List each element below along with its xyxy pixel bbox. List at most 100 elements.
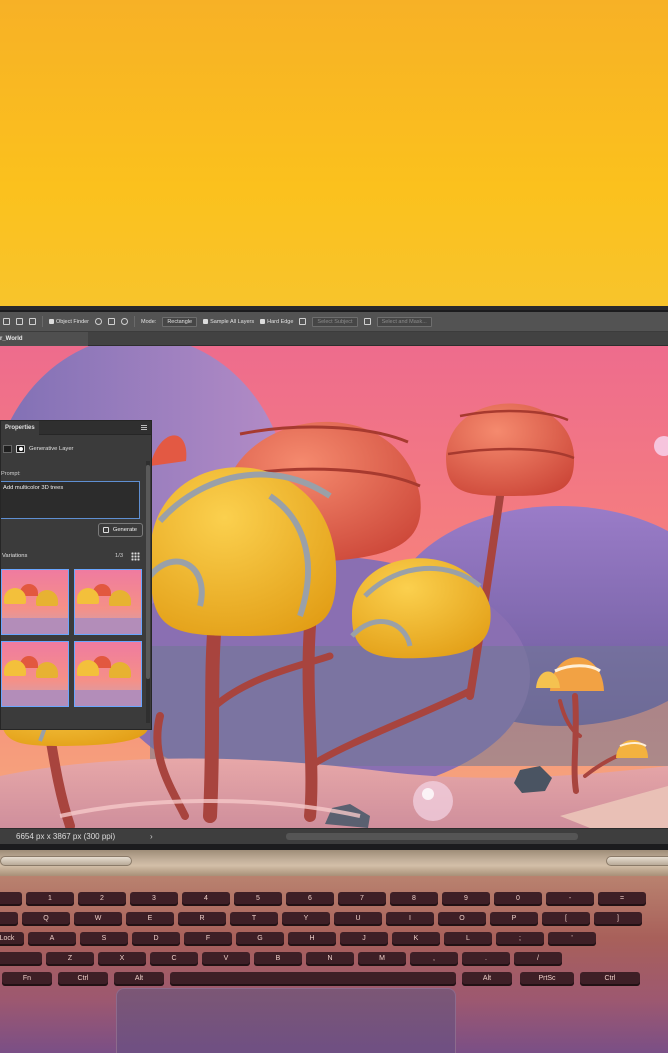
keyboard-key[interactable]: V xyxy=(202,952,250,966)
layer-type-label: Generative Layer xyxy=(29,446,74,452)
keyboard-key[interactable]: U xyxy=(334,912,382,926)
keyboard-key[interactable]: Q xyxy=(22,912,70,926)
keyboard-key[interactable]: D xyxy=(132,932,180,946)
keyboard-key[interactable]: = xyxy=(598,892,646,906)
keyboard-key[interactable]: 4 xyxy=(182,892,230,906)
keyboard-key[interactable]: Z xyxy=(46,952,94,966)
generate-icon xyxy=(102,527,109,533)
panel-scrollbar[interactable] xyxy=(146,461,150,723)
keyboard-key[interactable]: ; xyxy=(496,932,544,946)
comment-icon[interactable] xyxy=(299,318,307,325)
canvas[interactable]: Properties Generative Layer Prompt: Add … xyxy=(0,346,668,828)
keyboard-key[interactable]: Fn xyxy=(2,972,52,986)
scrollbar-thumb[interactable] xyxy=(146,465,150,679)
panel-menu-icon[interactable] xyxy=(141,425,147,430)
sample-all-layers-toggle[interactable]: Sample All Layers xyxy=(203,319,254,325)
trackpad[interactable] xyxy=(116,988,456,1053)
generate-button[interactable]: Generate xyxy=(97,523,143,537)
keyboard-key[interactable]: N xyxy=(306,952,354,966)
layer-type-row: Generative Layer xyxy=(1,443,151,455)
keyboard-key[interactable] xyxy=(170,972,456,986)
keyboard-key[interactable]: 2 xyxy=(78,892,126,906)
keyboard-key[interactable]: Alt xyxy=(114,972,164,986)
keyboard-key[interactable]: Alt xyxy=(462,972,512,986)
keyboard-key[interactable]: L xyxy=(444,932,492,946)
show-objects-icon[interactable] xyxy=(108,318,116,325)
keyboard-key[interactable]: I xyxy=(386,912,434,926)
laptop-screen: Object Finder Mode: Rectangle Sample All… xyxy=(0,312,668,844)
properties-panel: Properties Generative Layer Prompt: Add … xyxy=(0,420,152,730)
hinge-cap-left xyxy=(0,856,132,866)
keyboard-key[interactable]: Y xyxy=(282,912,330,926)
refresh-icon[interactable] xyxy=(95,318,103,325)
tab-properties[interactable]: Properties xyxy=(1,421,39,435)
keyboard-key[interactable]: G xyxy=(236,932,284,946)
keyboard-key[interactable]: 7 xyxy=(338,892,386,906)
keyboard-key[interactable]: R xyxy=(178,912,226,926)
keyboard-key[interactable] xyxy=(0,892,22,906)
add-selection-icon[interactable] xyxy=(16,318,23,325)
gear-icon[interactable] xyxy=(121,318,129,325)
select-subject-button[interactable]: Select Subject xyxy=(312,316,358,327)
prompt-input[interactable]: Add multicolor 3D trees xyxy=(1,481,140,519)
keyboard-key[interactable] xyxy=(0,912,18,926)
keyboard-key[interactable]: 8 xyxy=(390,892,438,906)
mode-select[interactable]: Rectangle xyxy=(162,316,198,327)
keyboard-key[interactable]: 5 xyxy=(234,892,282,906)
keyboard-key[interactable]: [ xyxy=(542,912,590,926)
hard-edge-toggle[interactable]: Hard Edge xyxy=(260,319,293,325)
keyboard-key[interactable]: 1 xyxy=(26,892,74,906)
options-bar: Object Finder Mode: Rectangle Sample All… xyxy=(0,312,668,332)
keyboard-key[interactable]: F xyxy=(184,932,232,946)
properties-header: Properties xyxy=(1,421,151,435)
keyboard-key[interactable]: E xyxy=(126,912,174,926)
variation-thumbnail[interactable] xyxy=(1,569,69,635)
keyboard-key[interactable]: S xyxy=(80,932,128,946)
variations-header[interactable]: Variations 1/3 xyxy=(1,551,151,563)
variation-thumbnail[interactable] xyxy=(74,569,142,635)
chevron-down-icon[interactable] xyxy=(363,318,371,325)
checkbox-icon xyxy=(260,318,266,324)
variation-thumbnail[interactable] xyxy=(1,641,69,707)
keyboard-key[interactable] xyxy=(0,952,42,966)
keyboard-key[interactable]: . xyxy=(462,952,510,966)
horizontal-scrollbar[interactable] xyxy=(286,833,578,840)
keyboard-key[interactable]: O xyxy=(438,912,486,926)
keyboard-key[interactable]: H xyxy=(288,932,336,946)
hinge-cap-right xyxy=(606,856,668,866)
keyboard-key[interactable]: K xyxy=(392,932,440,946)
document-tab[interactable]: r_World xyxy=(0,332,88,346)
subtract-selection-icon[interactable] xyxy=(29,318,36,325)
mode-label: Mode: xyxy=(141,318,157,325)
keyboard-key[interactable]: 9 xyxy=(442,892,490,906)
keyboard-key[interactable]: ' xyxy=(548,932,596,946)
object-finder-toggle[interactable]: Object Finder xyxy=(49,319,89,325)
keyboard-key[interactable]: B xyxy=(254,952,302,966)
variation-thumbnail[interactable] xyxy=(74,641,142,707)
keyboard-key[interactable]: ] xyxy=(594,912,642,926)
keyboard-key[interactable]: Ctrl xyxy=(580,972,640,986)
keyboard-key[interactable]: , xyxy=(410,952,458,966)
keyboard-key[interactable]: T xyxy=(230,912,278,926)
keyboard-key[interactable]: Ctrl xyxy=(58,972,108,986)
keyboard-key[interactable]: 3 xyxy=(130,892,178,906)
new-selection-icon[interactable] xyxy=(3,318,10,325)
keyboard-key[interactable]: 0 xyxy=(494,892,542,906)
keyboard-key[interactable]: PrtSc xyxy=(520,972,574,986)
keyboard-key[interactable]: J xyxy=(340,932,388,946)
keyboard-key[interactable]: - xyxy=(546,892,594,906)
keyboard-key[interactable]: Lock xyxy=(0,932,24,946)
status-menu-arrow[interactable]: › xyxy=(150,829,153,844)
grid-view-icon[interactable] xyxy=(131,552,140,561)
keyboard-key[interactable]: A xyxy=(28,932,76,946)
keyboard-key[interactable]: M xyxy=(358,952,406,966)
keyboard-key[interactable]: P xyxy=(490,912,538,926)
sample-all-layers-label: Sample All Layers xyxy=(210,318,255,325)
keyboard-key[interactable]: C xyxy=(150,952,198,966)
keyboard-key[interactable]: / xyxy=(514,952,562,966)
keyboard-key[interactable]: X xyxy=(98,952,146,966)
keyboard-key[interactable]: 6 xyxy=(286,892,334,906)
document-dimensions: 6654 px x 3867 px (300 ppi) xyxy=(16,832,116,841)
keyboard-key[interactable]: W xyxy=(74,912,122,926)
select-and-mask-button[interactable]: Select and Mask... xyxy=(376,316,432,327)
